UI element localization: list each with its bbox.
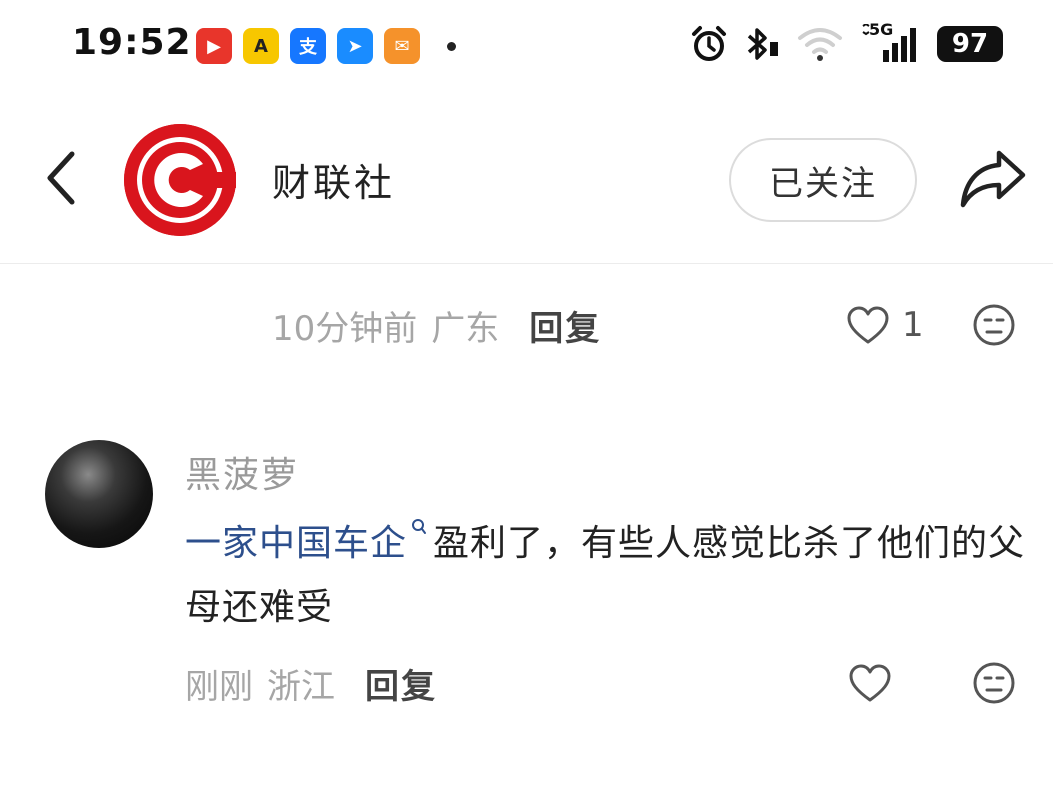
- account-header: 财联社 已关注: [0, 90, 1053, 264]
- comment-username[interactable]: 黑菠萝: [185, 446, 299, 498]
- comment-time: 10分钟前: [272, 308, 418, 349]
- comment-meta: 10分钟前 广东 回复: [272, 300, 601, 350]
- comment-meta: 刚刚 浙江 回复: [185, 658, 437, 708]
- comment-location: 浙江: [267, 666, 335, 707]
- cls-logo-icon: [124, 124, 236, 236]
- heart-icon: [847, 306, 889, 344]
- page: 19:52 ▶ A 支 ➤ ✉ 5G 97 财联社 已关注 10分钟前 广东 回…: [0, 0, 1053, 789]
- back-button[interactable]: [38, 146, 82, 210]
- like-button[interactable]: 1: [846, 300, 924, 350]
- yellow-app-icon: A: [243, 28, 279, 64]
- comment-body: 一家中国车企 盈利了，有些人感觉比杀了他们的父母还难受: [185, 512, 1027, 640]
- wifi-icon: [798, 28, 842, 61]
- more-notifications-dot: [447, 41, 456, 51]
- like-count: 1: [902, 305, 924, 345]
- like-button[interactable]: [848, 658, 904, 708]
- blue-bird-app-icon: ➤: [337, 28, 373, 64]
- bluetooth-icon: [747, 28, 778, 60]
- alarm-icon: [692, 26, 726, 61]
- chevron-left-icon: [47, 151, 75, 205]
- heart-icon: [849, 664, 891, 702]
- face-emoji-icon[interactable]: [972, 661, 1016, 705]
- system-icons: 5G 97: [689, 20, 1003, 64]
- battery-indicator: 97: [937, 26, 1003, 62]
- topic-link[interactable]: 一家中国车企: [185, 523, 407, 564]
- notification-app-icons: ▶ A 支 ➤ ✉: [196, 28, 456, 64]
- comment-time: 刚刚: [185, 666, 253, 707]
- face-emoji-icon[interactable]: [972, 303, 1016, 347]
- reply-button[interactable]: 回复: [365, 659, 437, 708]
- status-bar: 19:52 ▶ A 支 ➤ ✉ 5G 97: [0, 0, 1053, 90]
- share-arrow-icon: [960, 150, 1026, 208]
- following-button[interactable]: 已关注: [729, 138, 917, 222]
- account-name[interactable]: 财联社: [272, 152, 395, 207]
- account-logo[interactable]: [124, 124, 236, 236]
- red-video-app-icon: ▶: [196, 28, 232, 64]
- status-time: 19:52: [72, 22, 192, 63]
- search-icon[interactable]: [411, 518, 427, 536]
- comment-location: 广东: [431, 308, 500, 349]
- signal-bars-icon: [862, 24, 916, 62]
- cellular-signal: 5G: [859, 20, 921, 64]
- reply-button[interactable]: 回复: [529, 301, 601, 350]
- share-button[interactable]: [956, 146, 1030, 212]
- avatar[interactable]: [45, 440, 153, 548]
- alipay-app-icon: 支: [290, 28, 326, 64]
- orange-app-icon: ✉: [384, 28, 420, 64]
